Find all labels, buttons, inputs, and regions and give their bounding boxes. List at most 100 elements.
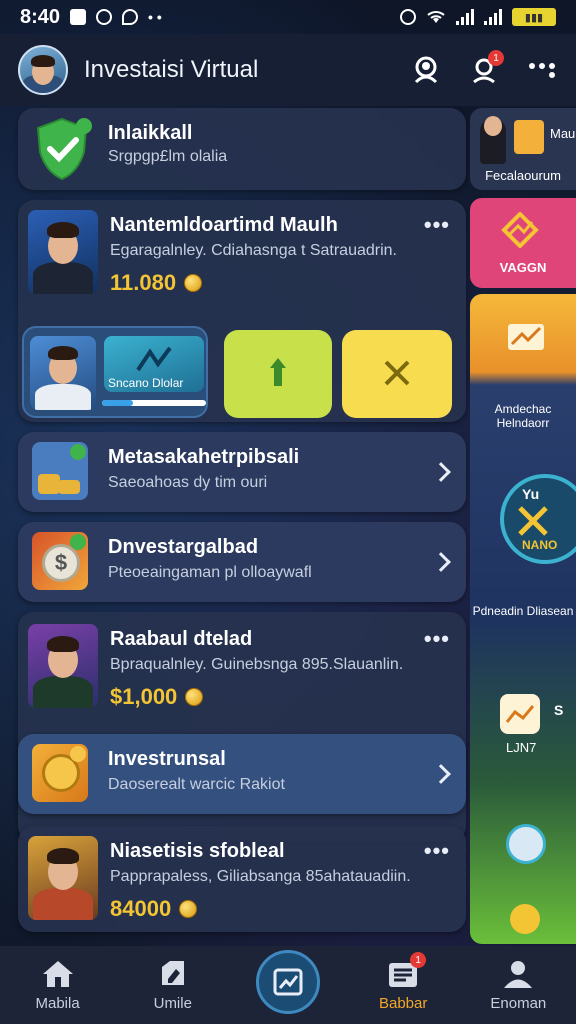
more-menu-button[interactable] [526, 54, 558, 86]
battery-icon: ▮▮▮ [512, 8, 556, 26]
promo-banner: Sncano Dlolar [104, 336, 204, 392]
app-bar: Investaisi Virtual 1 [0, 34, 576, 106]
nav-item-home[interactable]: Mabila [13, 950, 103, 1020]
investment-list-item-3[interactable]: Investrunsal Daoserealt warcic Rakiot [18, 734, 466, 814]
card-subtitle: Pteoeaingaman pl olloaywafl [108, 564, 312, 581]
diamond-chart-icon [501, 212, 539, 248]
trend-chart-icon [508, 324, 544, 350]
promo-progress-fill [102, 400, 134, 406]
promo-progress-track [102, 400, 206, 406]
notification-badge: 1 [488, 50, 504, 66]
box-icon [514, 120, 544, 154]
security-card[interactable]: Inlaikkall Srgpgp£lm olalia [18, 108, 466, 190]
nav-item-inbox[interactable]: 1 Babbar [358, 950, 448, 1020]
price-amount: 84000 [110, 896, 172, 921]
bottom-navigation: Mabila Umile 1 Babbar Enoman [0, 946, 576, 1024]
rocket-icon [506, 824, 546, 864]
crossed-tools-icon [384, 360, 410, 386]
alarm-icon [400, 9, 416, 25]
card-subtitle: Saeoahoas dy tim ouri [108, 474, 268, 491]
gold-thumbnail [32, 744, 88, 802]
investor-avatar [28, 624, 98, 708]
clock-icon [96, 9, 113, 25]
coin-stack-icon [38, 474, 60, 494]
card-subtitle: Bpraqualnley. Guinebsnga 895.Slauanlin. [110, 656, 404, 673]
security-subtitle: Srgpgp£lm olalia [108, 148, 228, 165]
investor-avatar [28, 836, 98, 920]
side-tile-market[interactable]: Mau Fecalaourum [470, 108, 576, 190]
center-action-button[interactable] [255, 950, 320, 1014]
more-dots-icon [529, 63, 555, 78]
profile-icon [504, 960, 533, 988]
card-title: Investrunsal [108, 748, 226, 770]
nav-label: Babbar [378, 994, 428, 1012]
more-options-button[interactable]: ••• [424, 626, 450, 652]
price-amount: $1,000 [110, 684, 178, 709]
money-thumbnail: $ [32, 532, 88, 590]
yellow-action-tile[interactable] [342, 330, 452, 418]
edit-icon [161, 960, 184, 985]
avatar[interactable] [18, 45, 68, 95]
card-title: Metasakahetrpibsali [108, 446, 300, 468]
wifi-icon [427, 11, 445, 23]
card-title: Niasetisis sfobleal [110, 840, 285, 862]
card-subtitle: Daoserealt warcic Rakiot [108, 776, 285, 793]
nav-label: Enoman [490, 994, 547, 1012]
promo-label: Sncano Dlolar [108, 376, 184, 390]
nav-label: Umile [153, 994, 192, 1012]
investment-list-item-2[interactable]: $ Dnvestargalbad Pteoeaingaman pl olloay… [18, 522, 466, 602]
price-value: 11.080 [110, 270, 203, 296]
more-options-button[interactable]: ••• [424, 212, 450, 238]
coin-icon [184, 274, 203, 292]
investor-avatar [28, 210, 98, 294]
signal-icon [456, 9, 474, 25]
side-tile-label: Fecalaourum [485, 168, 561, 183]
green-action-tile[interactable] [224, 330, 332, 418]
side-tile-label: VAGGN [499, 260, 547, 275]
side-banner-caption: Pdneadin Dliasean [472, 604, 574, 618]
side-promo-banner[interactable]: Amdechac Helndaorr Yu NANO Pdneadin Dlia… [470, 294, 576, 944]
notifications-button[interactable]: 1 [468, 50, 504, 86]
target-text: Yu [522, 486, 540, 502]
chevron-right-icon [431, 764, 451, 784]
chevron-right-icon [431, 462, 451, 482]
nav-item-profile[interactable]: Enoman [473, 950, 563, 1020]
side-banner-heading: Amdechac Helndaorr [494, 402, 552, 430]
investment-card-3[interactable]: Niasetisis sfobleal ••• Papprapaless, Gi… [18, 826, 466, 932]
promo-tile[interactable]: Sncano Dlolar [22, 326, 208, 418]
chart-arrows-icon [136, 346, 172, 372]
nav-item-edit[interactable]: Umile [128, 950, 218, 1020]
profile-search-button[interactable] [410, 54, 442, 86]
side-panel: Mau Fecalaourum VAGGN Amdechac Helndaorr… [470, 108, 576, 944]
pin-icon [270, 358, 286, 386]
nav-label: Mabila [35, 994, 80, 1012]
side-tile-pink[interactable]: VAGGN [470, 198, 576, 288]
location-icon [122, 9, 139, 25]
more-options-button[interactable]: ••• [424, 838, 450, 864]
promo-avatar [30, 336, 96, 410]
nav-item-center[interactable] [243, 950, 333, 1020]
user-circle-icon [414, 56, 438, 84]
growth-badge-icon [500, 694, 540, 734]
target-subtext: NANO [522, 538, 558, 552]
nav-badge: 1 [410, 952, 427, 968]
page-title: Investaisi Virtual [84, 56, 259, 83]
price-value: 84000 [110, 896, 198, 922]
coin-icon [179, 900, 198, 918]
dollar-coin-icon: $ [42, 544, 80, 582]
target-circle-icon: Yu NANO [500, 474, 576, 564]
price-value: $1,000 [110, 684, 204, 710]
card-title: Raabaul dtelad [110, 628, 253, 650]
coins-thumbnail [32, 442, 88, 500]
investment-list-item-1[interactable]: Metasakahetrpibsali Saeoahoas dy tim our… [18, 432, 466, 512]
security-title: Inlaikkall [108, 122, 193, 144]
coin-icon [510, 904, 540, 934]
chart-icon [273, 968, 303, 996]
card-title: Dnvestargalbad [108, 536, 259, 558]
status-time: 8:40 [20, 5, 61, 28]
chevron-right-icon [431, 552, 451, 572]
growth-badge-side-text: S [554, 702, 564, 718]
side-tile-top-text: Mau [550, 126, 576, 141]
more-notifications-icon: • • [148, 9, 162, 25]
shield-check-icon [36, 117, 92, 181]
